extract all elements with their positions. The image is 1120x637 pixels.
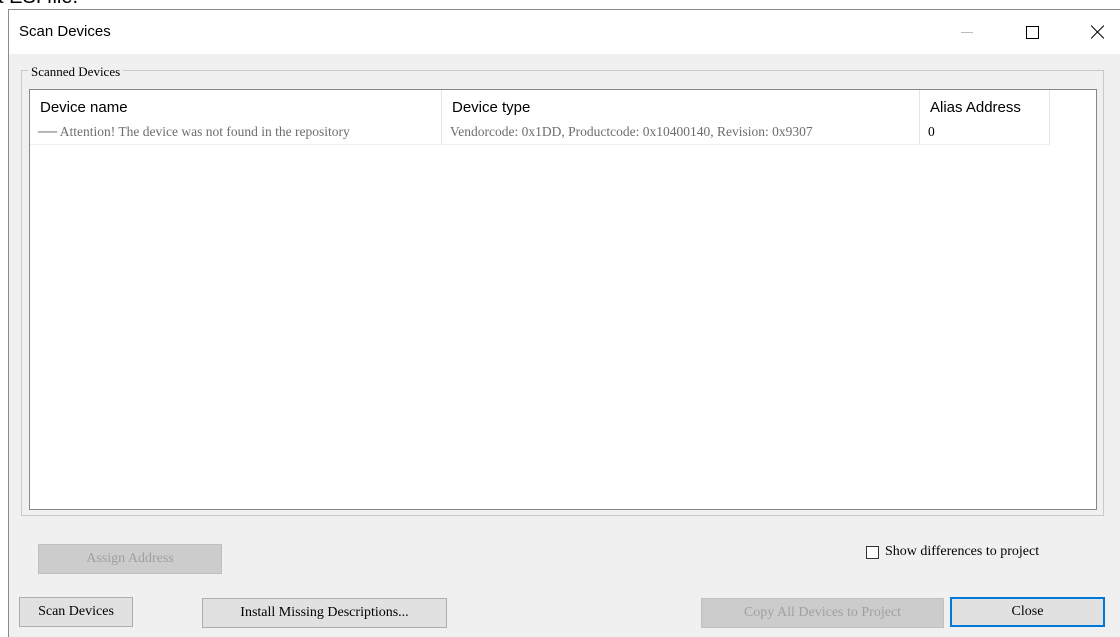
- close-button[interactable]: Close: [950, 597, 1105, 627]
- install-missing-descriptions-button[interactable]: Install Missing Descriptions...: [202, 598, 447, 628]
- maximize-icon: [1025, 25, 1039, 39]
- column-header-alias-address[interactable]: Alias Address: [920, 90, 1050, 120]
- copy-all-devices-button[interactable]: Copy All Devices to Project: [701, 598, 944, 628]
- column-header-device-type[interactable]: Device type: [442, 90, 920, 120]
- assign-address-button[interactable]: Assign Address: [38, 544, 222, 574]
- minimize-button[interactable]: [944, 10, 990, 54]
- show-differences-label[interactable]: Show differences to project: [885, 544, 1039, 560]
- row-divider: [30, 144, 1050, 145]
- background-window-text: t ESI file.: [0, 0, 78, 9]
- group-label: Scanned Devices: [28, 64, 124, 80]
- devices-list[interactable]: Device name Device type Alias Address ──…: [29, 89, 1097, 510]
- show-differences-option[interactable]: Show differences to project: [866, 544, 1039, 560]
- minimize-icon: [961, 31, 973, 33]
- close-window-button[interactable]: [1075, 10, 1120, 54]
- column-header-device-name[interactable]: Device name: [30, 90, 442, 120]
- scan-devices-button[interactable]: Scan Devices: [19, 597, 133, 627]
- close-icon: [1091, 25, 1105, 39]
- window-title: Scan Devices: [19, 23, 111, 40]
- cell-device-name: ── Attention! The device was not found i…: [30, 120, 442, 144]
- cell-alias-address: 0: [920, 120, 1050, 144]
- maximize-button[interactable]: [1009, 10, 1055, 54]
- table-row[interactable]: ── Attention! The device was not found i…: [30, 120, 1050, 145]
- cell-device-type: Vendorcode: 0x1DD, Productcode: 0x104001…: [442, 120, 920, 144]
- title-bar: Scan Devices: [9, 10, 1120, 54]
- show-differences-checkbox[interactable]: [866, 545, 879, 559]
